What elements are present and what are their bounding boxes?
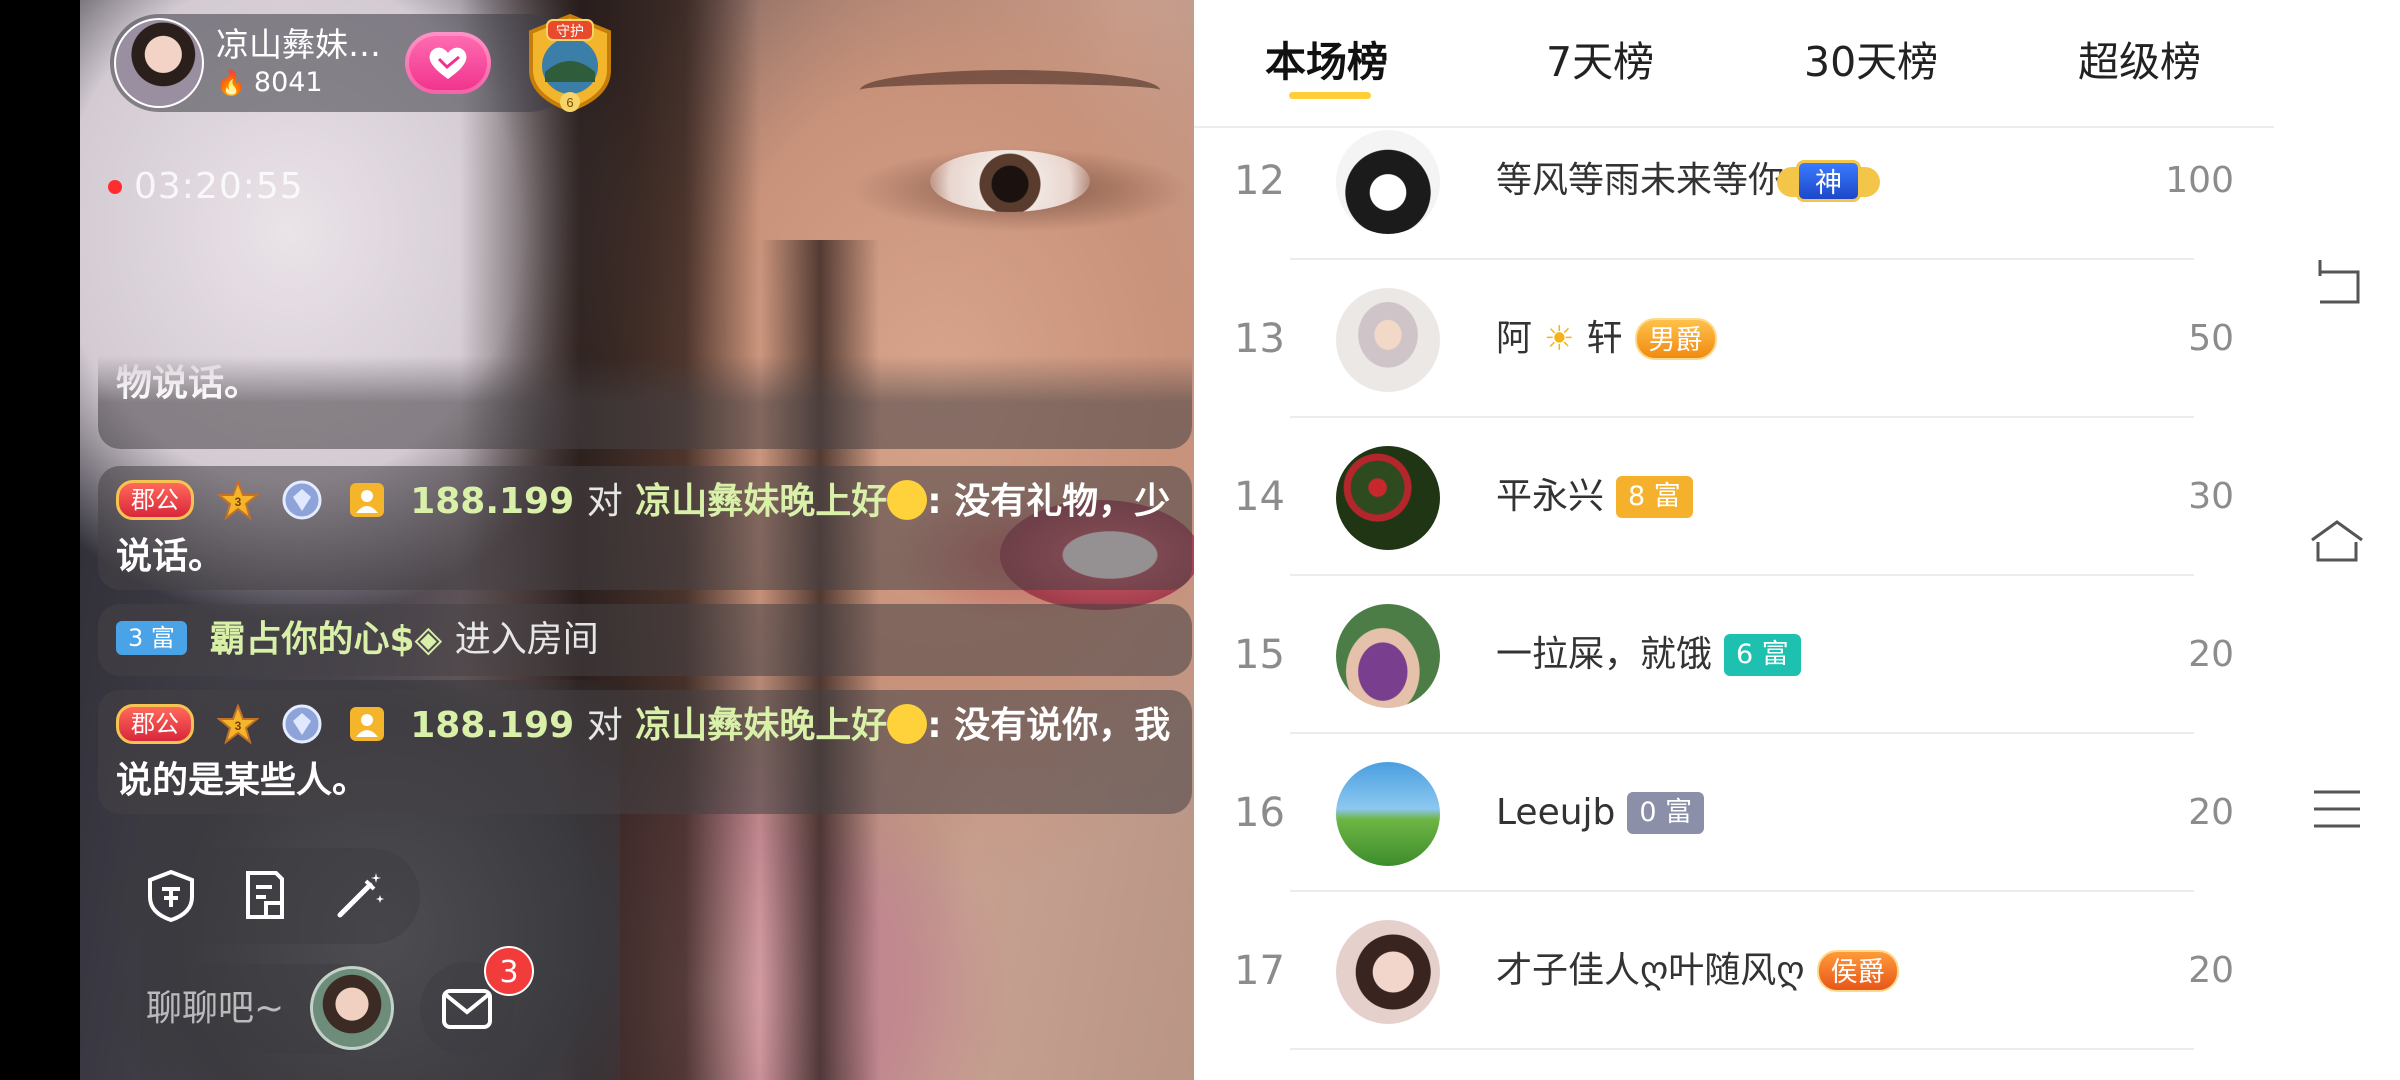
smile-emoji-icon (887, 704, 928, 744)
active-tab-indicator (1289, 92, 1371, 99)
contribution-score: 100 (2165, 160, 2234, 201)
tab-this-session[interactable]: 本场榜 (1265, 28, 1388, 88)
marquis-badge: 侯爵 (1816, 950, 1899, 992)
live-duration: 03:20:55 (134, 166, 304, 207)
host-avatar[interactable] (114, 18, 204, 108)
video-backdrop (930, 150, 1090, 212)
user-card-icon (349, 707, 384, 741)
recent-apps-icon[interactable] (2306, 778, 2368, 840)
wealth-badge: 0 富 (1627, 792, 1705, 834)
heart-icon (429, 47, 467, 79)
unread-badge: 3 (484, 946, 534, 996)
rank-number: 13 (1234, 316, 1285, 362)
chat-action: 进入房间 (454, 619, 599, 660)
user-avatar[interactable] (1336, 604, 1440, 708)
system-nav-bar (2274, 0, 2400, 1080)
chat-username[interactable]: 霸占你的心$◈ (209, 619, 442, 660)
home-icon[interactable] (2306, 510, 2368, 572)
user-avatar[interactable] (1336, 446, 1440, 550)
user-name: 一拉屎，就饿 (1496, 634, 1713, 675)
guard-badge-number: 6 (566, 95, 573, 110)
chat-to: 对 (586, 705, 623, 746)
live-stream-view[interactable]: 凉山彝妹… 🔥 8041 守护 6 03:20:55 物说话。 郡公 3 188… (80, 0, 1194, 1080)
task-list-icon[interactable] (236, 867, 294, 925)
leaderboard-row[interactable]: 13 阿 ☀ 轩 男爵 50 (1194, 260, 2274, 418)
host-popularity: 🔥 8041 (216, 65, 381, 101)
svg-text:3: 3 (234, 719, 241, 733)
wealth-badge: 8 富 (1616, 476, 1693, 518)
chat-target[interactable]: 凉山彝妹晚上好 (635, 705, 887, 746)
leaderboard-row[interactable]: 17 才子佳人ღ叶随风ღ 侯爵 20 (1194, 892, 2274, 1050)
chat-text: 物说话。 (116, 363, 261, 404)
chat-username[interactable]: 188.199 (410, 705, 574, 746)
rank-number: 15 (1234, 632, 1285, 678)
popularity-count: 8041 (253, 67, 323, 98)
diamond-shield-icon (282, 480, 322, 520)
svg-text:3: 3 (234, 495, 241, 509)
title-badge: 郡公 (116, 704, 194, 744)
guard-badge-icon[interactable]: 守护 6 (517, 10, 623, 114)
wealth-badge: 3 富 (116, 621, 187, 655)
user-avatar[interactable] (1336, 130, 1440, 234)
chat-message: 3 富 霸占你的心$◈ 进入房间 (98, 604, 1192, 676)
leaderboard-row[interactable]: 14 平永兴 8 富 30 (1194, 418, 2274, 576)
chat-message: 郡公 3 188.199 对 凉山彝妹晚上好: 没有说你，我说的是某些人。 (98, 690, 1192, 814)
rank-number: 14 (1234, 474, 1285, 520)
rank-number: 12 (1234, 158, 1285, 204)
leaderboard-row[interactable]: 15 一拉屎，就饿 6 富 20 (1194, 576, 2274, 734)
leaderboard-row[interactable]: 12 等风等雨未来等你 神 100 (1194, 102, 2274, 260)
follow-button[interactable] (405, 32, 491, 94)
live-timer: 03:20:55 (108, 166, 304, 207)
god-badge: 神 (1777, 160, 1881, 202)
back-icon[interactable] (2306, 252, 2368, 314)
fire-icon: 🔥 (216, 69, 246, 97)
chat-message: 郡公 3 188.199 对 凉山彝妹晚上好: 没有礼物，少说话。 (98, 466, 1192, 590)
star-level-icon: 3 (216, 479, 259, 521)
chat-target[interactable]: 凉山彝妹晚上好 (635, 481, 887, 522)
guard-badge-label: 守护 (556, 23, 584, 39)
smile-emoji-icon (887, 480, 928, 520)
contribution-score: 20 (2188, 792, 2234, 833)
tab-7-days[interactable]: 7天榜 (1546, 28, 1654, 88)
contribution-score: 30 (2188, 476, 2234, 517)
title-badge: 郡公 (116, 480, 194, 520)
gift-avatar[interactable] (310, 966, 394, 1050)
host-info-pill[interactable]: 凉山彝妹… 🔥 8041 (110, 14, 578, 112)
live-dot (108, 179, 122, 194)
stream-tools (110, 848, 420, 944)
user-card-icon (349, 483, 384, 517)
contribution-score: 20 (2188, 950, 2234, 991)
sun-icon: ☀ (1544, 319, 1575, 359)
video-backdrop (860, 70, 1160, 110)
diamond-shield-icon (282, 704, 322, 744)
user-avatar[interactable] (1336, 920, 1440, 1024)
host-name: 凉山彝妹… (216, 25, 381, 64)
user-name: Leeujb (1496, 792, 1616, 833)
rank-number: 16 (1234, 790, 1285, 836)
contribution-score: 50 (2188, 318, 2234, 359)
leaderboard-row[interactable]: 16 Leeujb 0 富 20 (1194, 734, 2274, 892)
user-name-part: 轩 (1586, 318, 1623, 359)
contribution-score: 20 (2188, 634, 2234, 675)
chat-message: 物说话。 (98, 350, 1192, 450)
tab-super[interactable]: 超级榜 (2078, 28, 2201, 88)
chat-to: 对 (586, 481, 623, 522)
star-level-icon: 3 (216, 703, 259, 745)
row-divider (1290, 1048, 2194, 1050)
user-avatar[interactable] (1336, 288, 1440, 392)
magic-wand-icon[interactable] (330, 867, 388, 925)
guard-shield-icon[interactable] (142, 867, 200, 925)
user-name: 等风等雨未来等你 (1496, 160, 1785, 201)
wealth-badge: 6 富 (1724, 634, 1801, 676)
mail-icon (442, 989, 492, 1029)
user-name-part: 阿 (1496, 318, 1533, 359)
user-name: 平永兴 (1496, 476, 1605, 517)
leaderboard-panel: 本场榜 7天榜 30天榜 超级榜 12 等风等雨未来等你 神 100 13 阿 ☀… (1194, 0, 2274, 1080)
rank-number: 17 (1234, 948, 1285, 994)
chat-username[interactable]: 188.199 (410, 481, 574, 522)
tab-30-days[interactable]: 30天榜 (1804, 28, 1938, 88)
baron-badge: 男爵 (1634, 318, 1717, 360)
user-name: 才子佳人ღ叶随风ღ (1496, 950, 1805, 991)
user-avatar[interactable] (1336, 762, 1440, 866)
